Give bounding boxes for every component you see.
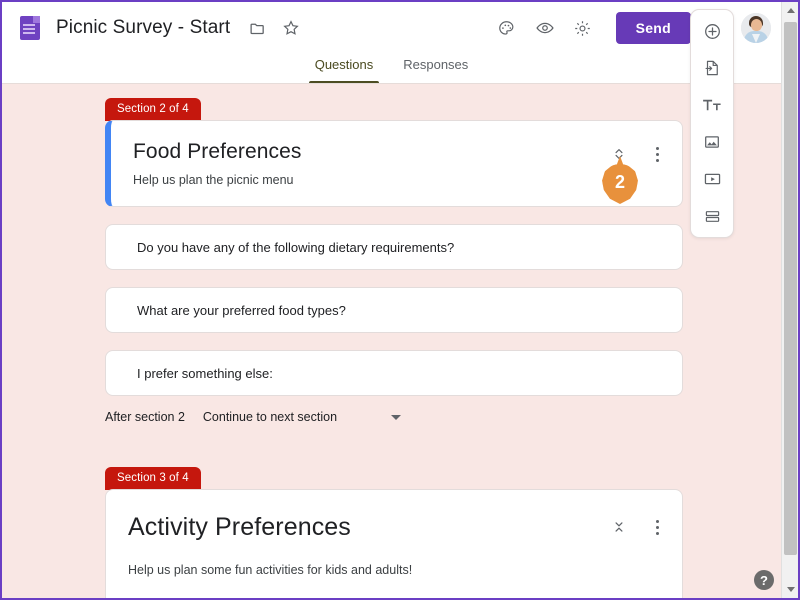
section-card-2[interactable]: Food Preferences Help us plan the picnic… bbox=[105, 120, 683, 208]
section-navigation-row: After section 2 Continue to next section bbox=[105, 410, 405, 424]
caret-down-icon bbox=[391, 414, 401, 420]
add-image-icon[interactable] bbox=[699, 129, 725, 155]
scrollbar-thumb[interactable] bbox=[784, 22, 797, 555]
title-actions bbox=[242, 13, 306, 43]
section-title-3[interactable]: Activity Preferences bbox=[128, 512, 608, 543]
section-header-3: Activity Preferences Help us plan some f… bbox=[106, 490, 682, 598]
star-outline-icon[interactable] bbox=[276, 13, 306, 43]
scroll-up-arrow-icon[interactable] bbox=[782, 2, 798, 19]
section-card-3[interactable]: Activity Preferences Help us plan some f… bbox=[105, 489, 683, 598]
add-title-icon[interactable] bbox=[699, 92, 725, 118]
scroll-down-arrow-icon[interactable] bbox=[782, 581, 798, 598]
send-button[interactable]: Send bbox=[615, 12, 691, 44]
form-canvas: Section 2 of 4 Food Preferences Help us … bbox=[2, 84, 781, 598]
question-title: I prefer something else: bbox=[137, 365, 273, 381]
tab-questions[interactable]: Questions bbox=[308, 54, 380, 84]
add-video-icon[interactable] bbox=[699, 166, 725, 192]
app-toolbar: Picnic Survey - Start Send bbox=[2, 2, 781, 54]
document-title[interactable]: Picnic Survey - Start bbox=[56, 17, 230, 39]
section-badge-3: Section 3 of 4 bbox=[105, 467, 201, 491]
section-block-2: Section 2 of 4 Food Preferences Help us … bbox=[2, 84, 781, 424]
section-3-actions bbox=[608, 512, 668, 538]
section-2-actions bbox=[608, 139, 668, 165]
unfold-less-icon[interactable] bbox=[608, 516, 630, 538]
tab-responses[interactable]: Responses bbox=[397, 54, 474, 84]
section-block-3: Section 3 of 4 Activity Preferences Help… bbox=[2, 424, 781, 598]
add-item-toolbar bbox=[690, 9, 734, 238]
question-title: What are your preferred food types? bbox=[137, 302, 346, 318]
browser-window: Picnic Survey - Start Send Questions Res… bbox=[0, 0, 800, 600]
section-description-3[interactable]: Help us plan some fun activities for kid… bbox=[128, 562, 608, 578]
after-section-label: After section 2 bbox=[105, 410, 185, 425]
folder-icon[interactable] bbox=[242, 13, 272, 43]
question-card[interactable]: I prefer something else: bbox=[105, 350, 683, 397]
annotation-step-marker: 2 bbox=[602, 156, 638, 208]
avatar[interactable] bbox=[741, 13, 771, 43]
question-card[interactable]: What are your preferred food types? bbox=[105, 287, 683, 334]
section-description-2[interactable]: Help us plan the picnic menu bbox=[133, 172, 608, 188]
next-section-value: Continue to next section bbox=[202, 410, 338, 425]
section-badge-2: Section 2 of 4 bbox=[105, 98, 201, 121]
question-title: Do you have any of the following dietary… bbox=[137, 239, 455, 255]
section-menu-icon[interactable] bbox=[646, 143, 668, 165]
gear-icon[interactable] bbox=[568, 13, 598, 43]
tab-bar: Questions Responses bbox=[2, 54, 781, 84]
section-menu-icon[interactable] bbox=[646, 516, 668, 538]
eye-icon[interactable] bbox=[530, 13, 560, 43]
section-title-2[interactable]: Food Preferences bbox=[133, 139, 608, 164]
help-button[interactable]: ? bbox=[754, 570, 774, 590]
question-card[interactable]: Do you have any of the following dietary… bbox=[105, 224, 683, 271]
palette-icon[interactable] bbox=[492, 13, 522, 43]
import-questions-icon[interactable] bbox=[699, 55, 725, 81]
section-header-2: Food Preferences Help us plan the picnic… bbox=[111, 121, 682, 206]
add-question-icon[interactable] bbox=[699, 18, 725, 44]
google-forms-logo-icon bbox=[20, 16, 40, 40]
annotation-step-number: 2 bbox=[614, 172, 625, 192]
vertical-scrollbar[interactable] bbox=[781, 2, 798, 598]
next-section-dropdown[interactable]: Continue to next section bbox=[203, 410, 405, 424]
add-section-icon[interactable] bbox=[699, 203, 725, 229]
